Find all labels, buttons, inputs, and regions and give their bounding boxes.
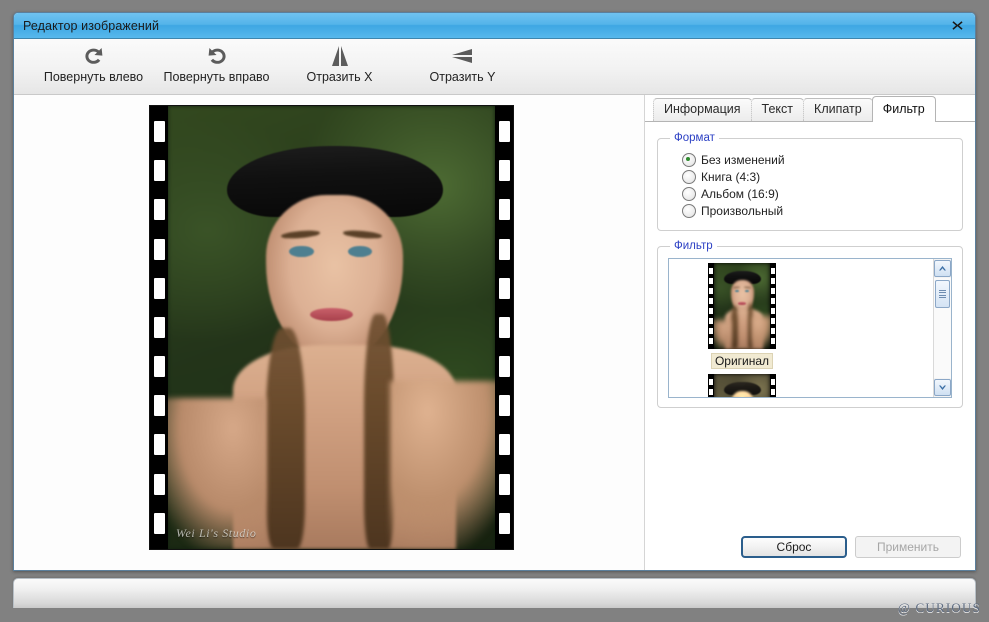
- bottom-window-strip: [13, 578, 976, 608]
- radio-album-16-9-label: Альбом (16:9): [701, 187, 779, 201]
- radio-album-16-9[interactable]: Альбом (16:9): [682, 187, 952, 201]
- page-watermark: @ CURIOUS: [898, 600, 981, 616]
- rotate-right-icon: [205, 43, 229, 69]
- tab-filter[interactable]: Фильтр: [872, 96, 936, 122]
- filter-label-original: Оригинал: [711, 353, 773, 369]
- radio-indicator[interactable]: [682, 204, 696, 218]
- reset-button[interactable]: Сброс: [741, 536, 847, 558]
- radio-custom[interactable]: Произвольный: [682, 204, 952, 218]
- rotate-left-icon: [82, 43, 106, 69]
- radio-no-changes-label: Без изменений: [701, 153, 785, 167]
- photo-content: Wei Li's Studio: [168, 106, 495, 549]
- edited-image[interactable]: Wei Li's Studio: [150, 106, 513, 549]
- tab-information[interactable]: Информация: [653, 98, 752, 121]
- chevron-down-icon[interactable]: [934, 379, 951, 396]
- flip-x-button[interactable]: Отразить X: [278, 39, 401, 93]
- flip-y-button[interactable]: Отразить Y: [401, 39, 524, 93]
- editor-toolbar: Повернуть влево Повернуть вправо Отразит…: [14, 39, 975, 95]
- film-sprockets-left: [150, 106, 168, 549]
- panel-tab-strip: Информация Текст Клипатр Фильтр: [645, 95, 975, 122]
- scrollbar-track[interactable]: [934, 278, 951, 378]
- rotate-left-label: Повернуть влево: [44, 70, 143, 84]
- filter-group: Фильтр: [657, 240, 963, 408]
- window-title: Редактор изображений: [14, 19, 159, 33]
- panel-action-bar: Сброс Применить: [645, 536, 975, 558]
- format-group-legend: Формат: [670, 132, 719, 144]
- radio-indicator[interactable]: [682, 170, 696, 184]
- film-sprockets-right: [495, 106, 513, 549]
- image-canvas-pane[interactable]: Wei Li's Studio: [14, 95, 645, 570]
- radio-no-changes[interactable]: Без изменений: [682, 153, 952, 167]
- rotate-left-button[interactable]: Повернуть влево: [32, 39, 155, 93]
- filter-item-color[interactable]: Фильтр цвета: [675, 374, 809, 398]
- flip-vertical-icon: [450, 43, 476, 69]
- tab-clipart[interactable]: Клипатр: [803, 98, 873, 121]
- filter-group-legend: Фильтр: [670, 240, 717, 252]
- filter-list-scrollbar[interactable]: [933, 259, 951, 397]
- radio-book-4-3[interactable]: Книга (4:3): [682, 170, 952, 184]
- filter-thumbnail[interactable]: [708, 374, 776, 398]
- editor-body: Wei Li's Studio Информация Текст Клипатр…: [14, 95, 975, 570]
- scrollbar-thumb[interactable]: [935, 280, 950, 308]
- scrollbar-grip-icon: [939, 288, 946, 300]
- radio-indicator[interactable]: [682, 153, 696, 167]
- tab-text[interactable]: Текст: [751, 98, 804, 121]
- window-title-bar: Редактор изображений: [14, 13, 975, 39]
- filter-thumbnail[interactable]: [708, 263, 776, 349]
- flip-horizontal-icon: [327, 43, 353, 69]
- apply-button: Применить: [855, 536, 961, 558]
- filter-list[interactable]: Оригинал: [668, 258, 952, 398]
- rotate-right-button[interactable]: Повернуть вправо: [155, 39, 278, 93]
- editor-side-panel: Информация Текст Клипатр Фильтр Формат Б…: [645, 95, 975, 570]
- flip-x-label: Отразить X: [307, 70, 373, 84]
- radio-book-4-3-label: Книга (4:3): [701, 170, 760, 184]
- format-group: Формат Без изменений Книга (4:3) Альбом …: [657, 132, 963, 231]
- rotate-right-label: Повернуть вправо: [164, 70, 270, 84]
- close-icon[interactable]: [948, 16, 967, 35]
- filter-grid: Оригинал: [669, 259, 933, 397]
- radio-custom-label: Произвольный: [701, 204, 783, 218]
- image-editor-window: Редактор изображений Повернуть влево Пов…: [13, 12, 976, 571]
- radio-indicator[interactable]: [682, 187, 696, 201]
- filter-item-original[interactable]: Оригинал: [675, 263, 809, 369]
- chevron-up-icon[interactable]: [934, 260, 951, 277]
- flip-y-label: Отразить Y: [430, 70, 496, 84]
